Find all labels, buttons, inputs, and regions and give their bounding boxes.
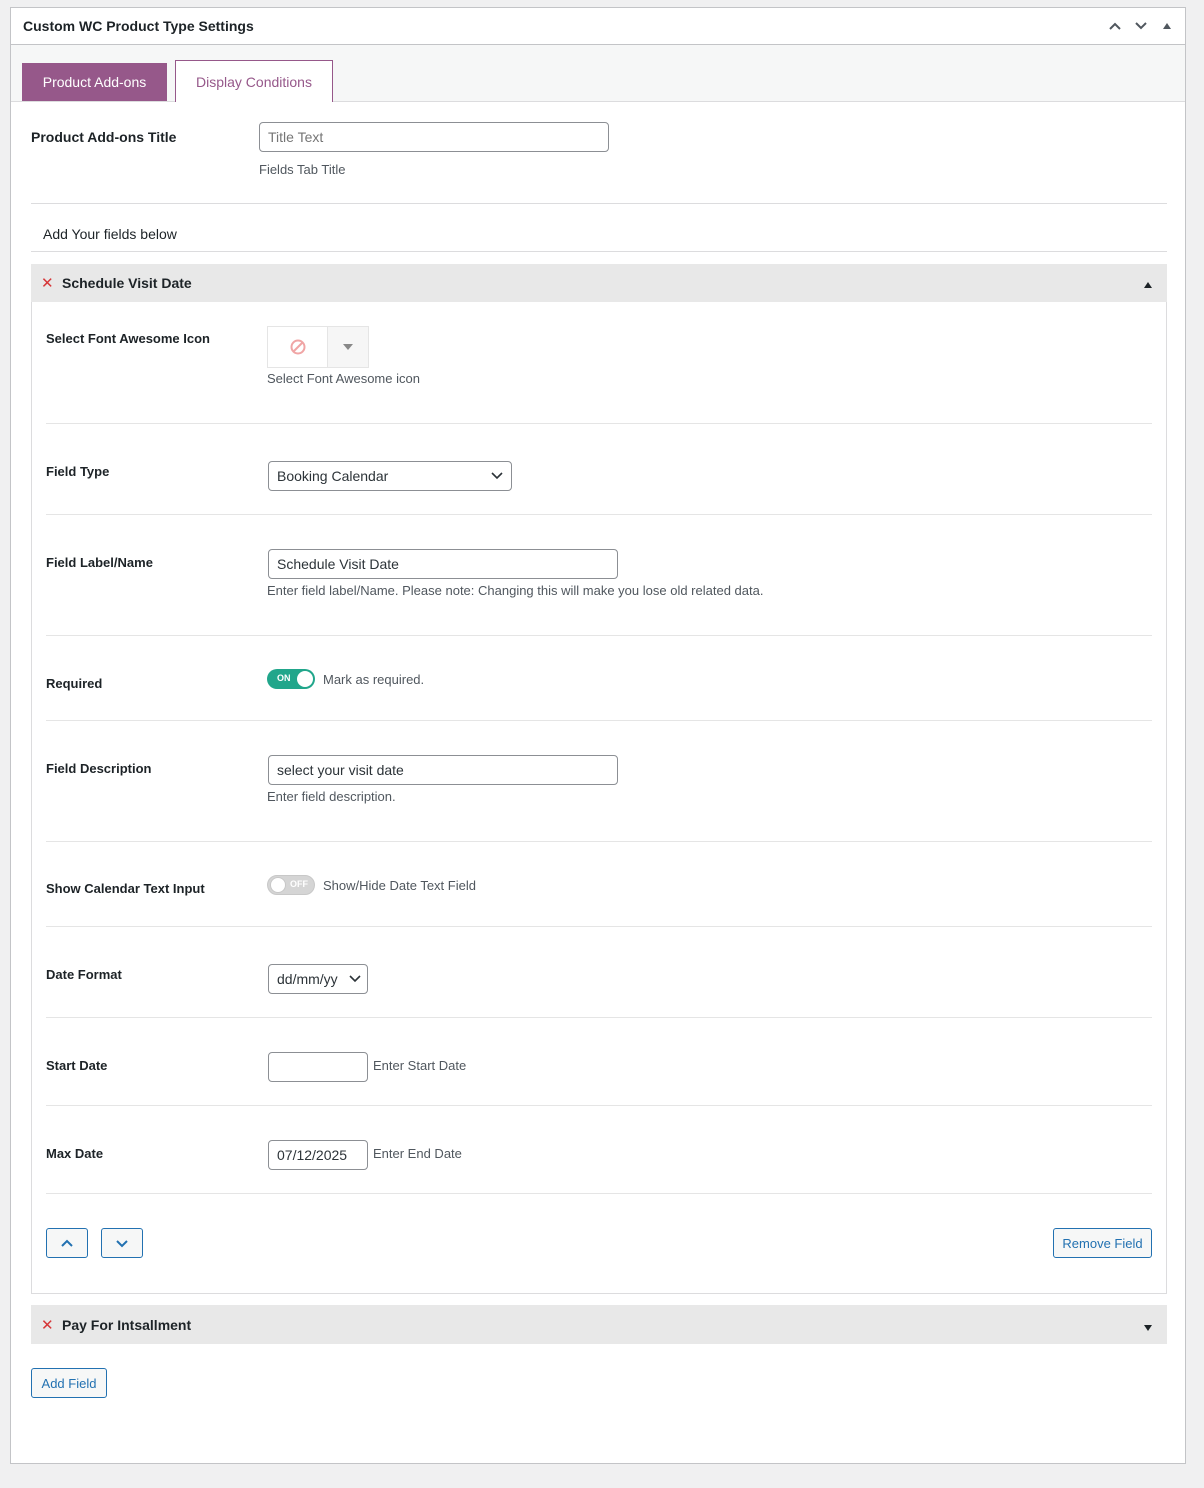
- move-field-down-button[interactable]: [101, 1228, 143, 1258]
- chevron-down-icon: [116, 1239, 128, 1247]
- chevron-down-icon: [491, 472, 503, 480]
- field-description-label: Field Description: [46, 761, 152, 776]
- product-type-settings-metabox: Custom WC Product Type Settings Product …: [10, 7, 1186, 1464]
- required-description: Mark as required.: [323, 672, 425, 687]
- field-label-label: Field Label/Name: [46, 555, 153, 570]
- toggle-state-text: ON: [277, 673, 291, 683]
- toggle-knob: [270, 877, 286, 893]
- field-description-help: Enter field description.: [267, 789, 396, 804]
- start-date-description: Enter Start Date: [373, 1058, 467, 1073]
- ban-icon: [268, 327, 328, 367]
- required-label: Required: [46, 676, 103, 691]
- start-date-input[interactable]: [268, 1052, 368, 1082]
- divider: [46, 1017, 1152, 1018]
- field-description-input[interactable]: [268, 755, 618, 785]
- remove-x-icon[interactable]: ✕: [41, 1316, 54, 1334]
- divider: [46, 720, 1152, 721]
- remove-field-button[interactable]: Remove Field: [1053, 1228, 1152, 1258]
- field-type-select[interactable]: Booking Calendar: [268, 461, 512, 491]
- addons-title-description: Fields Tab Title: [259, 162, 346, 177]
- divider: [31, 251, 1167, 252]
- date-format-label: Date Format: [46, 967, 122, 982]
- caret-down-icon[interactable]: [1143, 1320, 1153, 1335]
- icon-select-description: Select Font Awesome icon: [267, 371, 420, 386]
- chevron-down-icon: [349, 975, 361, 983]
- move-down-icon[interactable]: [1131, 16, 1151, 36]
- max-date-label: Max Date: [46, 1146, 104, 1161]
- field-group-title: Pay For Intsallment: [62, 1316, 192, 1333]
- tab-product-addons[interactable]: Product Add-ons: [22, 63, 167, 101]
- metabox-controls: [1105, 16, 1177, 36]
- required-toggle[interactable]: ON: [267, 669, 315, 689]
- field-group-header-schedule[interactable]: ✕ Schedule Visit Date: [31, 264, 1167, 302]
- max-date-description: Enter End Date: [373, 1146, 462, 1161]
- divider: [46, 1193, 1152, 1194]
- show-calendar-input-description: Show/Hide Date Text Field: [323, 878, 476, 893]
- field-type-value: Booking Calendar: [277, 468, 389, 484]
- icon-picker[interactable]: [267, 326, 369, 368]
- divider: [46, 423, 1152, 424]
- tab-display-conditions[interactable]: Display Conditions: [175, 60, 333, 102]
- move-up-icon[interactable]: [1105, 16, 1125, 36]
- divider: [46, 926, 1152, 927]
- toggle-knob: [297, 671, 313, 687]
- fields-intro-text: Add Your fields below: [43, 226, 177, 242]
- show-calendar-input-toggle[interactable]: OFF: [267, 875, 315, 895]
- toggle-state-text: OFF: [290, 879, 308, 889]
- move-field-up-button[interactable]: [46, 1228, 88, 1258]
- field-label-input[interactable]: [268, 549, 618, 579]
- divider: [46, 514, 1152, 515]
- icon-select-label: Select Font Awesome Icon: [46, 331, 210, 346]
- chevron-up-icon: [61, 1239, 73, 1247]
- field-type-label: Field Type: [46, 464, 110, 479]
- divider: [46, 1105, 1152, 1106]
- max-date-input[interactable]: [268, 1140, 368, 1170]
- collapse-toggle-icon[interactable]: [1157, 16, 1177, 36]
- show-calendar-input-label: Show Calendar Text Input: [46, 881, 205, 896]
- chevron-down-icon[interactable]: [327, 327, 368, 367]
- field-group-body: [31, 302, 1167, 1294]
- caret-up-icon[interactable]: [1143, 277, 1153, 292]
- start-date-label: Start Date: [46, 1058, 108, 1073]
- field-group-header-installment[interactable]: ✕ Pay For Intsallment: [31, 1305, 1167, 1344]
- field-label-description: Enter field label/Name. Please note: Cha…: [267, 583, 764, 598]
- field-group-title: Schedule Visit Date: [62, 275, 192, 291]
- date-format-value: dd/mm/yy: [277, 971, 338, 987]
- remove-x-icon[interactable]: ✕: [41, 274, 54, 292]
- divider: [46, 635, 1152, 636]
- date-format-select[interactable]: dd/mm/yy: [268, 964, 368, 994]
- metabox-title: Custom WC Product Type Settings: [23, 18, 254, 34]
- addons-title-label: Product Add-ons Title: [31, 129, 177, 145]
- tabs-bar: Product Add-ons Display Conditions: [11, 45, 1185, 102]
- divider: [46, 841, 1152, 842]
- add-field-button[interactable]: Add Field: [31, 1368, 107, 1398]
- addons-title-input[interactable]: [259, 122, 609, 152]
- metabox-header: Custom WC Product Type Settings: [11, 8, 1185, 45]
- divider: [31, 203, 1167, 204]
